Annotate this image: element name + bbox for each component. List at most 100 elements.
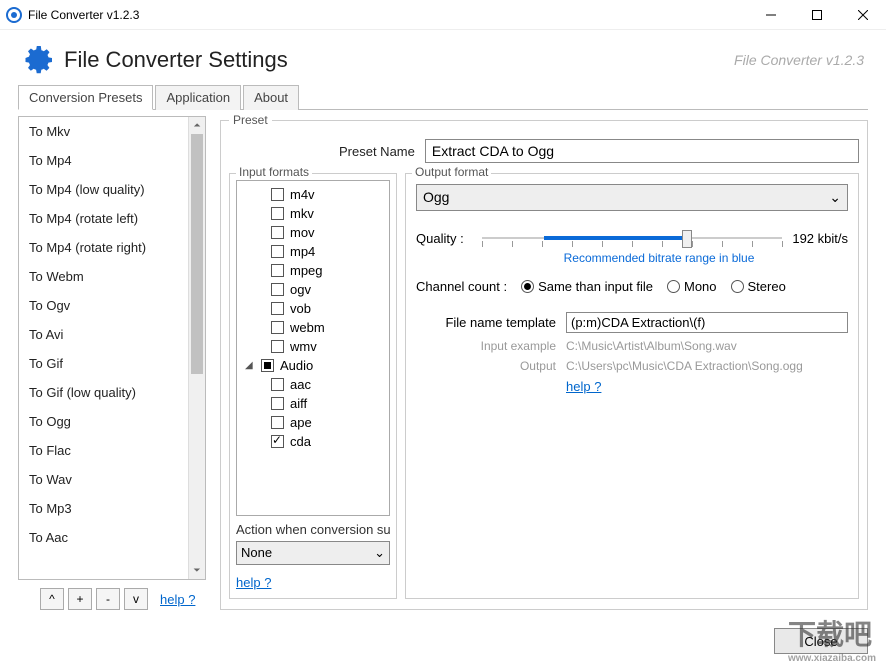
filename-template-label: File name template — [416, 315, 556, 330]
checkbox-icon[interactable] — [271, 283, 284, 296]
tab-about[interactable]: About — [243, 85, 299, 110]
preset-item[interactable]: To Mp3 — [19, 494, 205, 523]
recommended-label: Recommended bitrate range in blue — [470, 251, 848, 265]
radio-mono[interactable]: Mono — [667, 279, 717, 294]
action-select-value: None — [241, 545, 272, 561]
scroll-down-icon[interactable]: ⏷ — [189, 562, 205, 579]
format-row[interactable]: ogv — [237, 280, 389, 299]
maximize-button[interactable] — [794, 0, 840, 30]
checkbox-icon[interactable] — [271, 207, 284, 220]
preset-item[interactable]: To Webm — [19, 262, 205, 291]
checkbox-icon[interactable] — [271, 416, 284, 429]
checkbox-icon[interactable] — [271, 226, 284, 239]
preset-item[interactable]: To Ogg — [19, 407, 205, 436]
preset-item[interactable]: To Ogv — [19, 291, 205, 320]
format-row[interactable]: mp4 — [237, 242, 389, 261]
remove-preset-button[interactable]: - — [96, 588, 120, 610]
slider-thumb[interactable] — [682, 230, 692, 248]
quality-slider[interactable] — [482, 227, 782, 249]
format-row[interactable]: m4v — [237, 185, 389, 204]
preset-list[interactable]: To MkvTo Mp4To Mp4 (low quality)To Mp4 (… — [19, 117, 205, 579]
tab-conversion-presets[interactable]: Conversion Presets — [18, 85, 153, 110]
preset-item[interactable]: To Mp4 (rotate left) — [19, 204, 205, 233]
output-group-label: Output format — [412, 165, 491, 179]
action-select[interactable]: None ⌄ — [236, 541, 390, 565]
move-down-button[interactable]: v — [124, 588, 148, 610]
format-row[interactable]: mpeg — [237, 261, 389, 280]
format-label: mpeg — [290, 263, 323, 278]
checkbox-icon[interactable] — [271, 435, 284, 448]
preset-item[interactable]: To Flac — [19, 436, 205, 465]
format-label: mov — [290, 225, 315, 240]
preset-item[interactable]: To Mp4 (low quality) — [19, 175, 205, 204]
format-row[interactable]: aiff — [237, 394, 389, 413]
radio-same-as-input[interactable]: Same than input file — [521, 279, 653, 294]
move-up-button[interactable]: ^ — [40, 588, 64, 610]
format-row[interactable]: webm — [237, 318, 389, 337]
close-window-button[interactable] — [840, 0, 886, 30]
format-label: vob — [290, 301, 311, 316]
collapse-icon[interactable]: ◢ — [245, 360, 255, 371]
preset-item[interactable]: To Avi — [19, 320, 205, 349]
preset-item[interactable]: To Mp4 — [19, 146, 205, 175]
radio-stereo[interactable]: Stereo — [731, 279, 786, 294]
format-row[interactable]: mov — [237, 223, 389, 242]
input-example-value: C:\Music\Artist\Album\Song.wav — [566, 339, 848, 353]
checkbox-icon[interactable] — [271, 188, 284, 201]
add-preset-button[interactable]: + — [68, 588, 92, 610]
checkbox-icon[interactable] — [271, 245, 284, 258]
minimize-button[interactable] — [748, 0, 794, 30]
output-help-link[interactable]: help ? — [566, 379, 601, 394]
checkbox-icon[interactable] — [271, 397, 284, 410]
preset-item[interactable]: To Gif (low quality) — [19, 378, 205, 407]
format-row[interactable]: wmv — [237, 337, 389, 356]
scroll-up-icon[interactable]: ⏶ — [189, 117, 205, 134]
output-format-select[interactable]: Ogg ⌄ — [416, 184, 848, 211]
format-label: webm — [290, 320, 325, 335]
checkbox-icon[interactable] — [271, 340, 284, 353]
format-row[interactable]: mkv — [237, 204, 389, 223]
preset-item[interactable]: To Mkv — [19, 117, 205, 146]
output-format-value: Ogg — [423, 189, 449, 206]
preset-group-label: Preset — [229, 113, 272, 127]
format-label: aiff — [290, 396, 307, 411]
output-example-value: C:\Users\pc\Music\CDA Extraction\Song.og… — [566, 359, 848, 373]
format-label: wmv — [290, 339, 317, 354]
format-label: ape — [290, 415, 312, 430]
preset-item[interactable]: To Aac — [19, 523, 205, 552]
header: File Converter Settings File Converter v… — [0, 30, 886, 84]
preset-help-link[interactable]: help ? — [160, 592, 195, 607]
gear-icon — [22, 44, 54, 76]
format-label: mp4 — [290, 244, 315, 259]
formats-help-link[interactable]: help ? — [236, 575, 271, 590]
tab-application[interactable]: Application — [155, 85, 241, 110]
format-row[interactable]: aac — [237, 375, 389, 394]
page-title: File Converter Settings — [64, 47, 734, 73]
format-category[interactable]: ◢Audio — [237, 356, 389, 375]
checkbox-icon[interactable] — [271, 378, 284, 391]
window-title: File Converter v1.2.3 — [28, 8, 748, 22]
preset-scrollbar[interactable]: ⏶ ⏷ — [188, 117, 205, 579]
chevron-down-icon: ⌄ — [374, 545, 385, 561]
format-label: mkv — [290, 206, 314, 221]
preset-name-input[interactable] — [425, 139, 859, 163]
format-row[interactable]: cda — [237, 432, 389, 451]
preset-item[interactable]: To Gif — [19, 349, 205, 378]
format-label: ogv — [290, 282, 311, 297]
format-row[interactable]: vob — [237, 299, 389, 318]
format-list[interactable]: m4v mkv mov mp4 mpeg ogv vob webm wmv ◢Audioaac ai… — [236, 180, 390, 516]
preset-item[interactable]: To Wav — [19, 465, 205, 494]
checkbox-icon[interactable] — [271, 264, 284, 277]
checkbox-mixed-icon[interactable] — [261, 359, 274, 372]
checkbox-icon[interactable] — [271, 302, 284, 315]
version-label: File Converter v1.2.3 — [734, 52, 864, 68]
chevron-down-icon: ⌄ — [829, 189, 841, 206]
preset-item[interactable]: To Mp4 (rotate right) — [19, 233, 205, 262]
filename-template-input[interactable] — [566, 312, 848, 333]
checkbox-icon[interactable] — [271, 321, 284, 334]
scroll-thumb[interactable] — [191, 134, 203, 374]
format-row[interactable]: ape — [237, 413, 389, 432]
titlebar: File Converter v1.2.3 — [0, 0, 886, 30]
format-label: cda — [290, 434, 311, 449]
close-button[interactable]: Close — [774, 628, 868, 654]
